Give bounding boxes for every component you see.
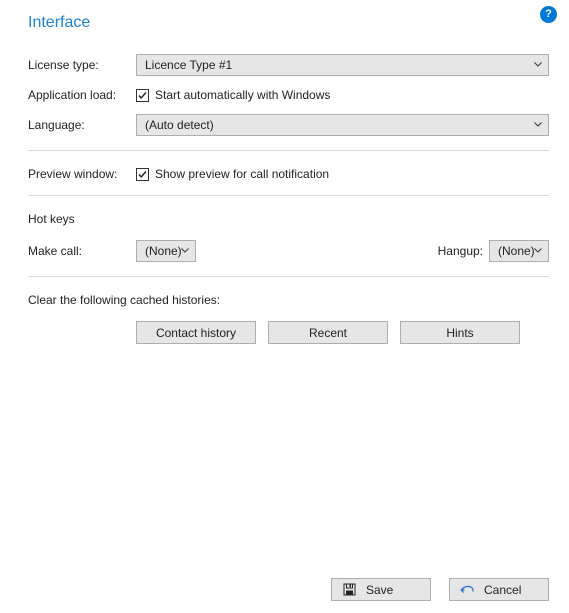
clear-hints-button[interactable]: Hints [400, 321, 520, 344]
clear-histories-heading: Clear the following cached histories: [28, 293, 549, 307]
start-automatically-text: Start automatically with Windows [155, 88, 330, 102]
hangup-hotkey-select[interactable]: (None) [489, 240, 549, 262]
chevron-down-icon [534, 62, 542, 68]
make-call-hotkey-value: (None) [145, 244, 182, 258]
license-type-label: License type: [28, 58, 136, 72]
license-type-value: Licence Type #1 [145, 58, 232, 72]
button-label: Cancel [484, 583, 521, 597]
start-automatically-checkbox[interactable] [136, 89, 149, 102]
preview-window-label: Preview window: [28, 167, 136, 181]
save-button[interactable]: Save [331, 578, 431, 601]
button-label: Recent [309, 326, 347, 340]
make-call-hotkey-select[interactable]: (None) [136, 240, 196, 262]
show-preview-text: Show preview for call notification [155, 167, 329, 181]
show-preview-checkbox[interactable] [136, 168, 149, 181]
language-value: (Auto detect) [145, 118, 214, 132]
hangup-label: Hangup: [438, 244, 483, 258]
button-label: Save [366, 583, 393, 597]
cancel-button[interactable]: Cancel [449, 578, 549, 601]
application-load-label: Application load: [28, 88, 136, 102]
button-label: Hints [446, 326, 473, 340]
check-icon [137, 90, 148, 101]
chevron-down-icon [181, 248, 189, 254]
save-icon [342, 583, 356, 596]
hotkeys-heading: Hot keys [28, 212, 549, 226]
clear-contact-history-button[interactable]: Contact history [136, 321, 256, 344]
chevron-down-icon [534, 248, 542, 254]
chevron-down-icon [534, 122, 542, 128]
divider [28, 150, 549, 151]
clear-recent-button[interactable]: Recent [268, 321, 388, 344]
make-call-label: Make call: [28, 244, 136, 258]
language-label: Language: [28, 118, 136, 132]
language-select[interactable]: (Auto detect) [136, 114, 549, 136]
divider [28, 276, 549, 277]
check-icon [137, 169, 148, 180]
divider [28, 195, 549, 196]
button-label: Contact history [156, 326, 236, 340]
page-title: Interface [28, 14, 549, 32]
hangup-hotkey-value: (None) [498, 244, 535, 258]
license-type-select[interactable]: Licence Type #1 [136, 54, 549, 76]
help-icon[interactable]: ? [540, 6, 557, 23]
undo-icon [460, 585, 474, 595]
